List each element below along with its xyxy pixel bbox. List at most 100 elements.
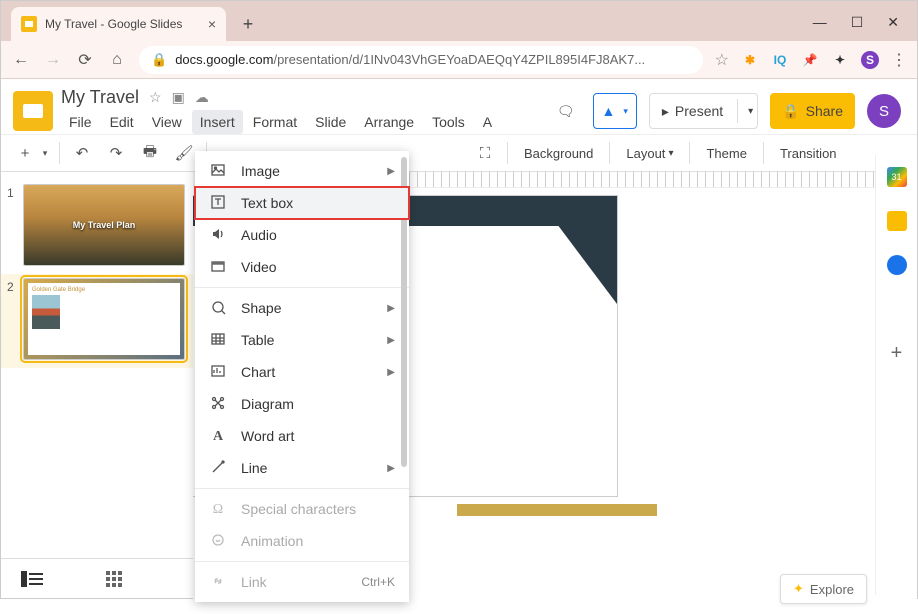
- menu-insert[interactable]: Insert: [192, 110, 243, 134]
- print-button[interactable]: 🖶: [136, 139, 164, 167]
- share-label: Share: [806, 103, 843, 119]
- layout-dropdown[interactable]: Layout: [618, 139, 681, 167]
- menu-arrange[interactable]: Arrange: [356, 110, 422, 134]
- slide-corner-decoration: [557, 224, 617, 304]
- tab-title: My Travel - Google Slides: [45, 17, 182, 31]
- insert-menu-item-video[interactable]: Video: [195, 251, 409, 283]
- insert-menu-item-table[interactable]: Table▶: [195, 324, 409, 356]
- add-addon-icon[interactable]: +: [887, 343, 907, 363]
- shape-icon: [209, 299, 227, 318]
- new-slide-dropdown-icon[interactable]: ▾: [39, 139, 51, 167]
- lock-icon: 🔒: [782, 103, 799, 120]
- extension-icon-iq[interactable]: IQ: [771, 51, 789, 69]
- forward-button[interactable]: →: [43, 50, 63, 70]
- side-addon-panel: 31 +: [875, 155, 917, 595]
- submenu-arrow-icon: ▶: [387, 166, 395, 177]
- extension-icons: ✱ IQ 📌 ✦ S ⋮: [741, 50, 907, 70]
- explore-button[interactable]: ✦ Explore: [780, 574, 867, 604]
- present-button[interactable]: ▸ Present ▾: [649, 93, 758, 129]
- address-bar[interactable]: 🔒 docs.google.com /presentation/d/1INv04…: [139, 46, 703, 74]
- browser-toolbar: ← → ⟳ ⌂ 🔒 docs.google.com /presentation/…: [1, 41, 917, 79]
- zoom-fit-button[interactable]: ⛶: [471, 139, 499, 167]
- extension-icon-pinterest[interactable]: 📌: [801, 51, 819, 69]
- menu-tools[interactable]: Tools: [424, 110, 473, 134]
- menu-shortcut: Ctrl+K: [361, 575, 395, 589]
- present-dropdown-icon[interactable]: ▾: [748, 106, 753, 117]
- menu-file[interactable]: File: [61, 110, 100, 134]
- comments-button[interactable]: 🗨: [551, 93, 581, 129]
- slideshow-dropdown-button[interactable]: ▲▾: [593, 93, 637, 129]
- link-icon: [209, 573, 227, 592]
- thumb2-label: Golden Gate Bridge: [32, 287, 176, 293]
- insert-menu-item-word-art[interactable]: AWord art: [195, 420, 409, 452]
- grid-view-icon[interactable]: [103, 571, 125, 587]
- filmstrip-view-icon[interactable]: [21, 571, 43, 587]
- undo-button[interactable]: ↶: [68, 139, 96, 167]
- lock-icon: 🔒: [151, 52, 167, 68]
- insert-menu-item-text-box[interactable]: Text box: [195, 187, 409, 219]
- wordart-icon: A: [209, 427, 227, 445]
- url-path: /presentation/d/1INv043VhGEYoaDAEQqY4ZPI…: [273, 52, 645, 67]
- insert-menu-item-audio[interactable]: Audio: [195, 219, 409, 251]
- menu-edit[interactable]: Edit: [102, 110, 142, 134]
- extensions-puzzle-icon[interactable]: ✦: [831, 51, 849, 69]
- slide-thumbnail-2[interactable]: Golden Gate Bridge: [23, 278, 185, 360]
- menu-addons-truncated[interactable]: A: [475, 110, 500, 134]
- slides-logo[interactable]: [13, 91, 53, 131]
- insert-menu-item-diagram[interactable]: Diagram: [195, 388, 409, 420]
- menu-slide[interactable]: Slide: [307, 110, 354, 134]
- back-button[interactable]: ←: [11, 50, 31, 70]
- paint-format-button[interactable]: 🖌: [170, 139, 198, 167]
- menu-format[interactable]: Format: [245, 110, 305, 134]
- profile-avatar-browser[interactable]: S: [861, 51, 879, 69]
- new-slide-button[interactable]: +: [11, 139, 39, 167]
- tab-close-icon[interactable]: ×: [208, 16, 216, 32]
- transition-button[interactable]: Transition: [772, 139, 845, 167]
- reload-button[interactable]: ⟳: [75, 50, 95, 70]
- maximize-icon[interactable]: ☐: [851, 14, 864, 31]
- explore-spark-icon: ✦: [793, 581, 804, 597]
- menu-item-label: Animation: [241, 533, 303, 549]
- theme-button[interactable]: Theme: [698, 139, 754, 167]
- star-icon[interactable]: ☆: [149, 89, 162, 106]
- submenu-arrow-icon: ▶: [387, 463, 395, 474]
- cloud-status-icon[interactable]: ☁: [195, 89, 209, 106]
- browser-tab[interactable]: My Travel - Google Slides ×: [11, 7, 226, 41]
- insert-menu-item-special-characters: ΩSpecial characters: [195, 493, 409, 525]
- thumb2-image: [32, 295, 60, 329]
- diagram-icon: [209, 395, 227, 414]
- browser-menu-icon[interactable]: ⋮: [891, 50, 907, 70]
- share-button[interactable]: 🔒 Share: [770, 93, 855, 129]
- animation-icon: [209, 532, 227, 551]
- minimize-icon[interactable]: —: [813, 14, 827, 31]
- menu-item-label: Diagram: [241, 396, 294, 412]
- document-title[interactable]: My Travel: [61, 87, 139, 108]
- bookmark-star-icon[interactable]: ☆: [715, 50, 729, 70]
- menu-item-label: Link: [241, 574, 267, 590]
- insert-menu-item-chart[interactable]: Chart▶: [195, 356, 409, 388]
- calendar-addon-icon[interactable]: 31: [887, 167, 907, 187]
- tasks-addon-icon[interactable]: [887, 255, 907, 275]
- redo-button[interactable]: ↷: [102, 139, 130, 167]
- home-button[interactable]: ⌂: [107, 50, 127, 70]
- table-icon: [209, 331, 227, 350]
- video-icon: [209, 258, 227, 277]
- close-window-icon[interactable]: ✕: [887, 14, 899, 31]
- slide-number-1: 1: [7, 184, 19, 266]
- menu-view[interactable]: View: [144, 110, 190, 134]
- insert-menu-item-line[interactable]: Line▶: [195, 452, 409, 484]
- url-domain: docs.google.com: [175, 52, 273, 67]
- new-tab-button[interactable]: +: [234, 10, 262, 38]
- filmstrip: 1 My Travel Plan 2 Golden Gate Bridge: [1, 172, 193, 614]
- move-icon[interactable]: ▣: [172, 89, 185, 106]
- slide-thumbnail-1[interactable]: My Travel Plan: [23, 184, 185, 266]
- textbox-icon: [209, 194, 227, 213]
- extension-icon-1[interactable]: ✱: [741, 51, 759, 69]
- insert-menu-item-image[interactable]: Image▶: [195, 155, 409, 187]
- keep-addon-icon[interactable]: [887, 211, 907, 231]
- browser-tab-strip: My Travel - Google Slides × + — ☐ ✕: [1, 1, 917, 41]
- background-button[interactable]: Background: [516, 139, 601, 167]
- insert-menu-item-shape[interactable]: Shape▶: [195, 292, 409, 324]
- submenu-arrow-icon: ▶: [387, 335, 395, 346]
- account-avatar[interactable]: S: [867, 94, 901, 128]
